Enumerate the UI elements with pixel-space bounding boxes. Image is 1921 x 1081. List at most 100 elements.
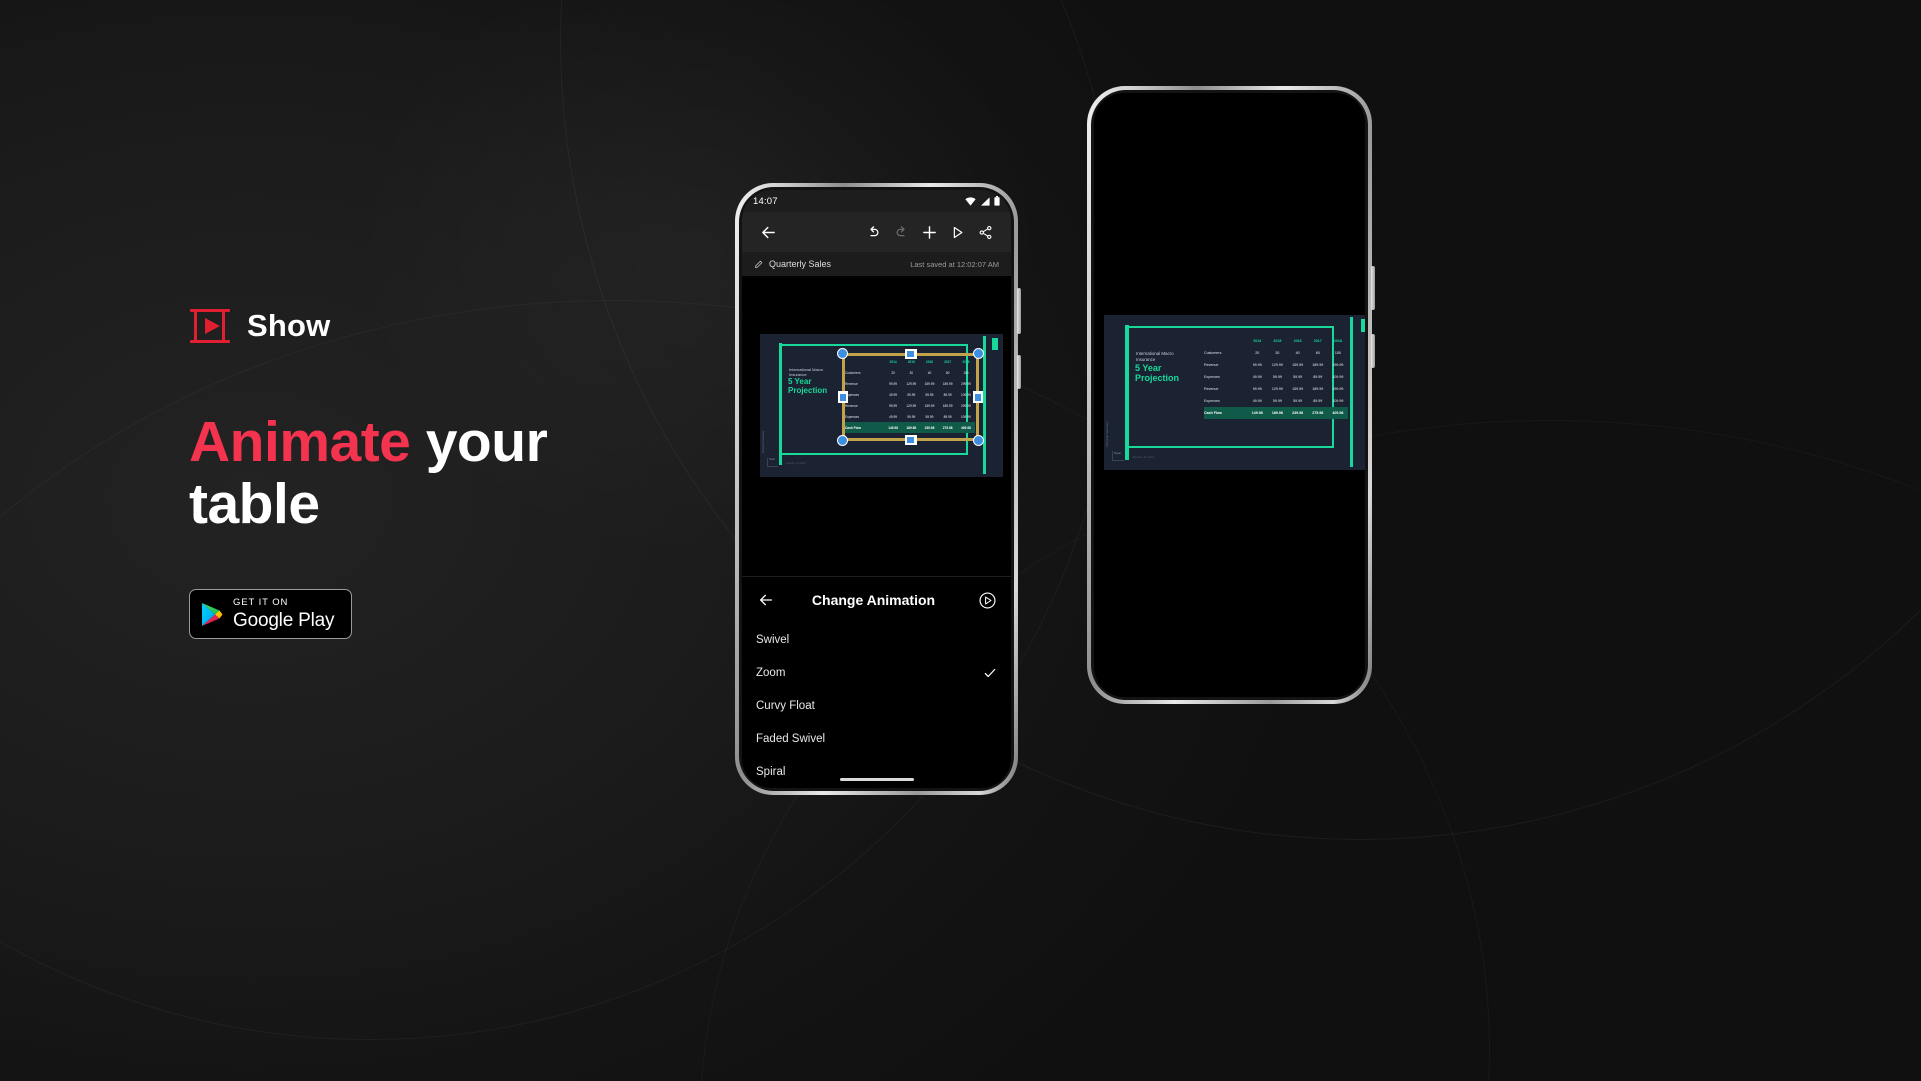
table-row[interactable]: Customers 20 30 40 60 150 xyxy=(1204,347,1348,359)
table-row[interactable]: Expenses 49.99 59.99 59.99 89.99 109.99 xyxy=(1204,395,1348,407)
animation-option-faded-swivel[interactable]: Faded Swivel xyxy=(742,722,1011,755)
slide-org-name: International Macro Insurance xyxy=(789,367,824,377)
document-title-bar: Quarterly Sales Last saved at 12:02:07 A… xyxy=(742,252,1011,276)
undo-icon[interactable] xyxy=(859,218,887,246)
table-cell[interactable]: 59.99 xyxy=(1267,371,1287,383)
play-icon[interactable] xyxy=(943,218,971,246)
slide-frame-bottom xyxy=(782,453,968,455)
phone-right-power-button[interactable] xyxy=(1371,266,1375,310)
animation-option-swivel[interactable]: Swivel xyxy=(742,623,1011,656)
slide-left-accent-bar xyxy=(779,343,782,465)
animation-option-spiral[interactable]: Spiral xyxy=(742,755,1011,788)
check-icon xyxy=(983,666,997,680)
table-cell[interactable]: 59.99 xyxy=(1288,395,1308,407)
table-cell[interactable]: 299.99 xyxy=(1328,383,1348,395)
table-cell[interactable]: 299.99 xyxy=(1328,359,1348,371)
slide-canvas[interactable]: International Macro Insurance 5 Year Proje… xyxy=(742,276,1011,788)
table-row[interactable]: Cash Flow 149.98 189.98 239.98 275.98 409.98 xyxy=(1204,407,1348,419)
table-cell[interactable]: 150 xyxy=(1328,347,1348,359)
table-cell[interactable]: 159.99 xyxy=(1288,383,1308,395)
app-toolbar xyxy=(742,212,1011,252)
table-cell[interactable]: 99.99 xyxy=(1247,359,1267,371)
table-cell[interactable]: 30 xyxy=(1267,347,1287,359)
table-cell[interactable]: 409.98 xyxy=(1327,407,1348,419)
badge-small-label: GET IT ON xyxy=(233,597,289,609)
back-arrow-icon[interactable] xyxy=(754,218,782,246)
animation-option-zoom[interactable]: Zoom xyxy=(742,656,1011,689)
table-cell[interactable]: 239.98 xyxy=(1287,407,1308,419)
table-cell[interactable]: 59.99 xyxy=(1288,371,1308,383)
phone-left-screen: 14:07 Quarterly Sales Last saved at 12:0… xyxy=(742,190,1011,788)
slide-side-label: Financial Summary xyxy=(1105,421,1109,447)
phone-left-volume-button[interactable] xyxy=(1017,355,1021,389)
slide-editing[interactable]: International Macro Insurance 5 Year Proje… xyxy=(760,334,1003,477)
selection-handle-top-center[interactable] xyxy=(904,349,917,359)
table-cell[interactable]: 275.98 xyxy=(1307,407,1328,419)
slide-edge-accent xyxy=(983,336,986,474)
table-cell[interactable]: 60 xyxy=(1308,347,1328,359)
phone-right-volume-button[interactable] xyxy=(1371,334,1375,368)
selection-handle-top-left[interactable] xyxy=(837,348,848,359)
phone-right-device: International Macro Insurance 5 Year Proje… xyxy=(1087,86,1375,704)
table-cell[interactable]: 59.99 xyxy=(1267,395,1287,407)
animation-option-label: Spiral xyxy=(756,765,786,778)
table-cell[interactable]: 49.99 xyxy=(1247,371,1267,383)
table-cell[interactable]: 40 xyxy=(1288,347,1308,359)
phone-left-power-button[interactable] xyxy=(1017,288,1021,334)
table-cell[interactable]: 129.99 xyxy=(1267,383,1287,395)
table-cell[interactable]: 99.99 xyxy=(1247,383,1267,395)
table-cell[interactable]: 129.99 xyxy=(1267,359,1287,371)
plus-icon[interactable] xyxy=(915,218,943,246)
document-title-group[interactable]: Quarterly Sales xyxy=(754,259,831,269)
table-cell[interactable]: 89.99 xyxy=(1308,395,1328,407)
page-headline: Animate your table xyxy=(189,410,629,535)
sheet-title: Change Animation xyxy=(811,592,936,608)
slide-preview: International Macro Insurance 5 Year Proje… xyxy=(1104,315,1365,470)
play-circle-icon[interactable] xyxy=(977,590,997,610)
pencil-icon xyxy=(755,260,763,268)
table-cell[interactable]: 109.99 xyxy=(1328,395,1348,407)
selection-handle-top-right[interactable] xyxy=(973,348,984,359)
animation-options-list: Swivel Zoom Curvy Float Faded Swivel Spiral xyxy=(742,623,1011,788)
table-row-label: Customers xyxy=(1204,351,1222,355)
share-icon[interactable] xyxy=(971,218,999,246)
google-play-badge[interactable]: GET IT ON Google Play xyxy=(189,589,352,640)
table-cell[interactable]: 159.99 xyxy=(1288,359,1308,371)
table-row[interactable]: Revenue 99.99 129.99 159.99 189.99 299.99 xyxy=(1204,359,1348,371)
slide-frame-bottom xyxy=(1129,446,1334,448)
table-column-header: 2015 xyxy=(1273,339,1282,343)
selection-handle-bottom-right[interactable] xyxy=(973,435,984,446)
selection-handle-bottom-left[interactable] xyxy=(837,435,848,446)
slide-org-name: International Macro Insurance xyxy=(1136,351,1174,362)
slide-page-number: Topic xyxy=(767,458,778,467)
selection-handle-middle-left[interactable] xyxy=(838,391,848,403)
brand-row: Show xyxy=(189,300,749,352)
table-column-header: 2017 xyxy=(1313,339,1322,343)
table-row[interactable]: Revenue 99.99 129.99 159.99 189.99 299.99 xyxy=(1204,383,1348,395)
slide-edge-accent xyxy=(1350,317,1353,467)
show-film-play-icon xyxy=(189,306,231,346)
table-cell[interactable]: 189.99 xyxy=(1308,359,1328,371)
table-cell[interactable]: 89.99 xyxy=(1308,371,1328,383)
slide-footer-date: January 31 2019 xyxy=(786,462,806,465)
table-cell[interactable]: 49.99 xyxy=(1247,395,1267,407)
phone-left-device: 14:07 Quarterly Sales Last saved at 12:0… xyxy=(735,183,1021,795)
table-row-label: Cash Flow xyxy=(1204,407,1248,419)
table-selection-box[interactable] xyxy=(837,348,984,446)
table-cell[interactable]: 189.99 xyxy=(1308,383,1328,395)
selection-handle-bottom-center[interactable] xyxy=(904,435,917,445)
document-saved-status: Last saved at 12:02:07 AM xyxy=(910,259,999,269)
signal-icon xyxy=(981,196,990,206)
headline-accent-word: Animate xyxy=(189,410,411,474)
selection-handle-middle-right[interactable] xyxy=(973,391,983,403)
google-play-triangle-icon xyxy=(202,602,223,626)
table-cell[interactable]: 149.98 xyxy=(1247,407,1268,419)
animation-option-curvy-float[interactable]: Curvy Float xyxy=(742,689,1011,722)
table-column-header: 2016 xyxy=(1293,339,1302,343)
table-cell[interactable]: 20 xyxy=(1247,347,1267,359)
slide-corner-tab xyxy=(992,338,998,350)
table-row[interactable]: Expenses 49.99 59.99 59.99 89.99 109.99 xyxy=(1204,371,1348,383)
table-cell[interactable]: 189.98 xyxy=(1267,407,1288,419)
table-cell[interactable]: 109.99 xyxy=(1328,371,1348,383)
animation-option-label: Curvy Float xyxy=(756,699,815,712)
